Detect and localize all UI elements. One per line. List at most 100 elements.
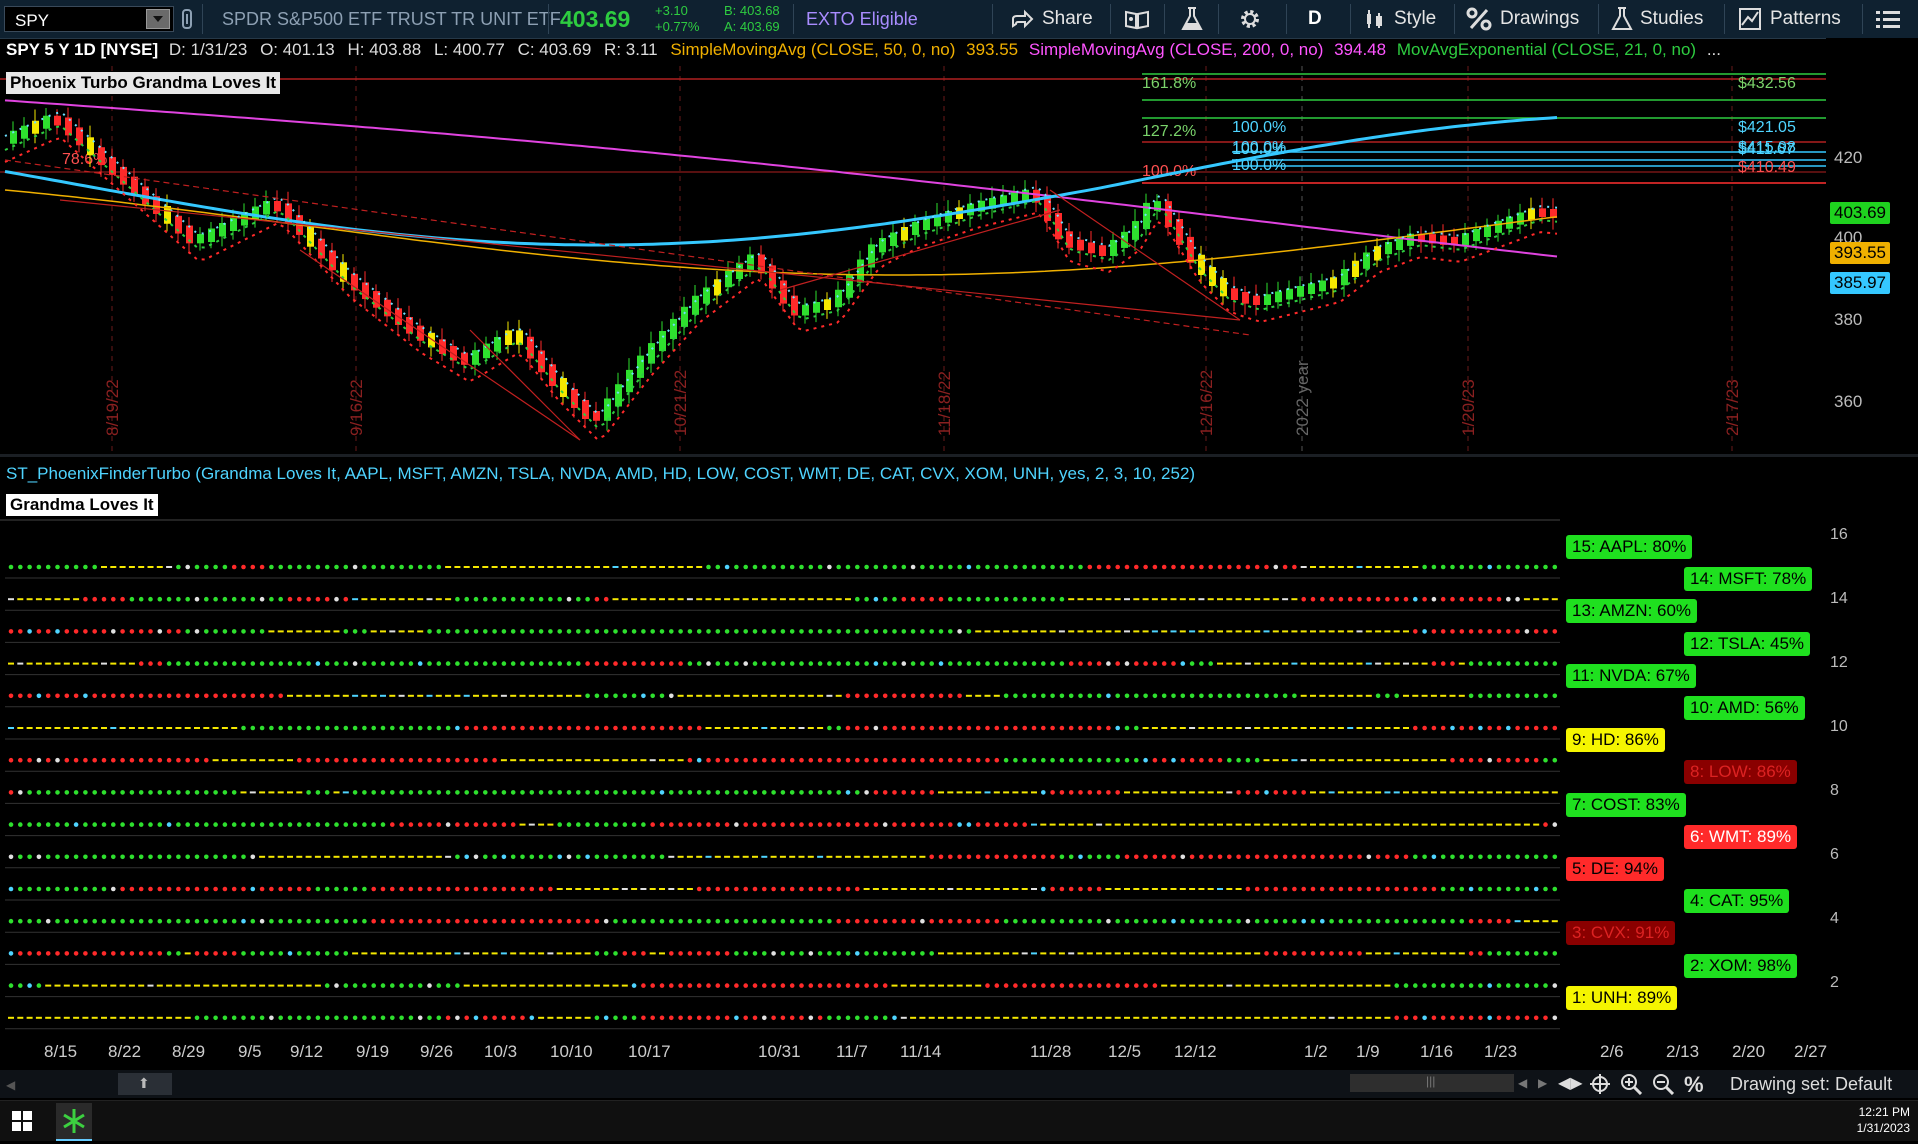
signal-dot (734, 983, 739, 988)
signal-dot (1180, 918, 1186, 924)
signal-dot (1013, 854, 1018, 860)
crosshair-icon[interactable] (1590, 1074, 1610, 1094)
signal-dash (1058, 952, 1065, 955)
signal-dash (184, 984, 191, 987)
scroll-back-icon[interactable]: ◀ (1518, 1076, 1527, 1090)
price-axis[interactable]: 420 400 380 360 403.69 393.55 385.97 (1826, 38, 1918, 454)
signal-dash (128, 662, 135, 665)
drawings-icon[interactable] (1466, 7, 1492, 31)
signal-dash (1170, 791, 1177, 794)
signal-dash (1124, 888, 1130, 890)
signal-dash (742, 855, 749, 858)
signal-dot (1264, 854, 1269, 860)
percent-icon[interactable]: % (1684, 1072, 1704, 1098)
signal-dash (361, 952, 368, 955)
sma50-label[interactable]: SimpleMovingAvg (CLOSE, 50, 0, no) (670, 40, 955, 59)
signal-dot (771, 790, 776, 795)
signal-dot (1385, 854, 1390, 860)
scrollbar-thumb[interactable]: ||| (1350, 1074, 1514, 1092)
studies-icon[interactable] (1610, 6, 1634, 32)
studies-button[interactable]: Studies (1640, 8, 1703, 30)
patterns-button[interactable]: Patterns (1770, 8, 1841, 30)
signal-dot (864, 1015, 869, 1021)
more-studies[interactable]: ... (1707, 40, 1721, 59)
sma200-line (4, 99, 1558, 258)
signal-dot (55, 951, 60, 956)
zoom-out-icon[interactable] (1652, 1073, 1674, 1095)
signal-dot (1134, 918, 1139, 924)
signal-dot (455, 854, 460, 860)
gear-icon[interactable] (1238, 7, 1262, 31)
signal-dot (1273, 564, 1279, 570)
scroll-forward-icon[interactable]: ▶ (1538, 1076, 1547, 1090)
scroll-left-icon[interactable]: ◀ (6, 1078, 15, 1092)
signal-dot (706, 564, 711, 570)
signal-dot (650, 1015, 655, 1021)
signal-dot (1468, 951, 1474, 956)
share-button[interactable]: Share (1042, 8, 1093, 30)
signal-dot (334, 983, 339, 988)
link-icon[interactable] (180, 8, 194, 30)
style-icon[interactable] (1364, 8, 1386, 30)
signal-dash (1310, 1016, 1316, 1019)
style-button[interactable]: Style (1394, 8, 1436, 30)
signal-dot (8, 951, 14, 956)
windows-start-icon[interactable] (12, 1111, 32, 1131)
price-chart[interactable]: 8/19/22 9/16/22 10/21/22 11/18/22 12/16/22 20… (0, 66, 1826, 452)
signal-dot (622, 693, 628, 699)
period-button[interactable]: D (1308, 8, 1322, 30)
signal-dot (45, 629, 51, 634)
signal-dot (1440, 596, 1446, 602)
zoom-in-icon[interactable] (1620, 1073, 1642, 1095)
drawings-button[interactable]: Drawings (1500, 8, 1579, 30)
symbol-dropdown-button[interactable] (146, 9, 170, 29)
signal-dash (1161, 630, 1168, 633)
signal-dot (1180, 757, 1186, 763)
signal-dot (594, 1015, 600, 1021)
flask-icon[interactable] (1180, 6, 1204, 32)
date-axis[interactable]: 8/15 8/22 8/29 9/5 9/12 9/19 9/26 10/3 10/10 10/1… (0, 1038, 1918, 1066)
signal-dot (799, 822, 804, 827)
signal-dot (566, 822, 572, 827)
signal-dot (417, 725, 423, 731)
signal-dash (249, 759, 256, 762)
signal-dot (362, 1015, 367, 1021)
collapse-button[interactable]: ⬆ (118, 1073, 172, 1095)
signal-dash (528, 984, 535, 987)
indicator-y-tick: 4 (1830, 910, 1839, 927)
signal-dot (36, 918, 42, 924)
signal-dash (1235, 984, 1242, 987)
signal-dash (1105, 630, 1112, 633)
signal-dot (343, 661, 349, 666)
signal-dot (64, 564, 70, 570)
indicator-title[interactable]: ST_PhoenixFinderTurbo (Grandma Loves It,… (6, 464, 1195, 484)
expand-space-icon[interactable]: ◀▶ (1558, 1073, 1583, 1093)
menu-icon[interactable] (1876, 9, 1900, 29)
signal-dot (492, 918, 497, 924)
signal-dash (35, 1016, 42, 1019)
signal-dash (1189, 598, 1196, 601)
signal-dot (566, 790, 572, 795)
signal-dash (45, 662, 52, 665)
signal-dash (482, 694, 489, 697)
thinkorswim-app-icon[interactable] (56, 1103, 92, 1141)
signal-dot (483, 822, 488, 827)
pane-divider[interactable] (0, 454, 1918, 457)
signal-dot (343, 983, 349, 988)
signal-dot (194, 886, 200, 892)
patterns-icon[interactable] (1738, 7, 1762, 31)
signal-dash (575, 1016, 582, 1019)
signal-dot (185, 886, 190, 892)
drawing-set-label[interactable]: Drawing set: Default (1730, 1074, 1892, 1095)
signal-dot (231, 1015, 237, 1021)
book-icon[interactable] (1124, 8, 1150, 30)
signal-dot (1143, 693, 1148, 699)
phoenix-finder-pane[interactable] (0, 490, 1826, 1030)
signal-dash (1151, 888, 1158, 890)
signal-dash (1328, 727, 1335, 729)
sma200-label[interactable]: SimpleMovingAvg (CLOSE, 200, 0, no) (1029, 40, 1324, 59)
signal-dash (407, 855, 414, 858)
ema21-label[interactable]: MovAvgExponential (CLOSE, 21, 0, no) (1397, 40, 1696, 59)
signal-dash (910, 855, 917, 858)
share-icon[interactable] (1010, 8, 1034, 30)
